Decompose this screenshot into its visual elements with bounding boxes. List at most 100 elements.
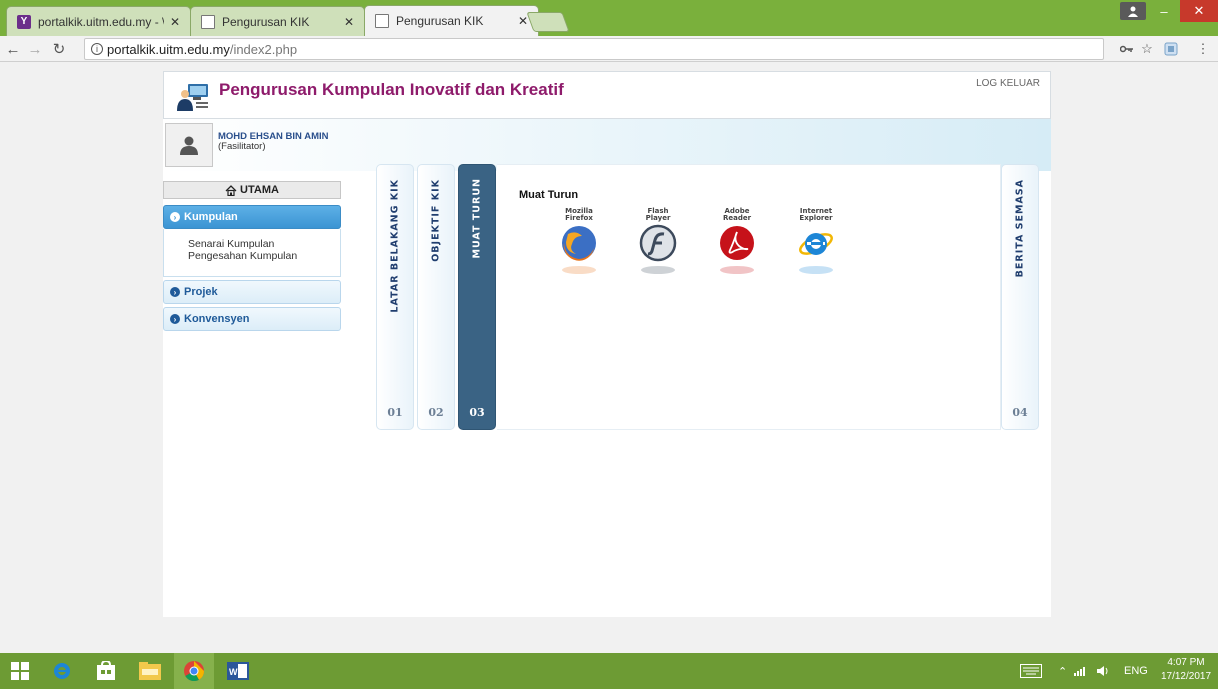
firefox-icon <box>562 226 596 261</box>
new-tab-button[interactable] <box>526 12 570 32</box>
menu-section-label: Konvensyen <box>184 313 250 325</box>
tab-objektif-kik[interactable]: OBJEKTIF KIK 02 <box>417 164 455 430</box>
file-explorer-taskbar-icon[interactable] <box>130 653 170 689</box>
home-label: UTAMA <box>240 184 279 196</box>
tab-label: LATAR BELAKANG KIK <box>389 179 401 313</box>
home-icon <box>225 184 237 196</box>
volume-icon[interactable] <box>1096 653 1110 689</box>
page-container: Pengurusan Kumpulan Inovatif dan Kreatif… <box>163 71 1051 617</box>
address-bar[interactable]: i portalkik.uitm.edu.my/index2.php <box>84 38 1104 60</box>
browser-tab-portalkik[interactable]: Y portalkik.uitm.edu.my - \ ✕ <box>6 6 191 36</box>
icon-reflection <box>799 266 833 274</box>
site-header: Pengurusan Kumpulan Inovatif dan Kreatif… <box>163 71 1051 119</box>
browser-toolbar: ← → ↻ i portalkik.uitm.edu.my/index2.php… <box>0 36 1218 62</box>
download-firefox[interactable]: Mozilla Firefox <box>554 208 604 274</box>
menu-section-kumpulan[interactable]: › Kumpulan <box>163 205 341 229</box>
back-icon[interactable]: ← <box>4 40 22 58</box>
url-path: /index2.php <box>229 41 298 57</box>
menu-section-label: Kumpulan <box>184 211 238 223</box>
yahoo-icon: Y <box>17 14 31 29</box>
download-label: Internet Explorer <box>799 207 833 222</box>
page-icon <box>201 14 215 29</box>
browser-tabstrip: Y portalkik.uitm.edu.my - \ ✕ Pengurusan… <box>0 0 1218 36</box>
info-icon[interactable]: i <box>91 43 103 55</box>
menu-section-kumpulan-items: Senarai Kumpulan Pengesahan Kumpulan <box>163 229 341 277</box>
menu-section-projek[interactable]: › Projek <box>163 280 341 304</box>
bookmark-star-icon[interactable]: ☆ <box>1138 40 1156 58</box>
side-menu: UTAMA › Kumpulan Senarai Kumpulan Penges… <box>163 181 341 331</box>
menu-link-pengesahan-kumpulan[interactable]: Pengesahan Kumpulan <box>188 250 340 262</box>
page-title: Pengurusan Kumpulan Inovatif dan Kreatif <box>219 80 564 99</box>
minimize-icon[interactable]: ‒ <box>1152 0 1176 22</box>
download-adobe-reader[interactable]: Adobe Reader <box>712 208 762 274</box>
extension-icon[interactable] <box>1162 40 1180 58</box>
forward-icon[interactable]: → <box>26 40 44 58</box>
download-label: Mozilla Firefox <box>565 207 593 222</box>
close-icon[interactable]: ✕ <box>170 15 180 29</box>
language-indicator[interactable]: ENG <box>1124 653 1148 689</box>
flash-icon <box>639 224 677 262</box>
clock-time: 4:07 PM <box>1167 657 1205 668</box>
keyboard-icon[interactable] <box>1020 653 1042 689</box>
tab-latar-belakang-kik[interactable]: LATAR BELAKANG KIK 01 <box>376 164 414 430</box>
tab-label: MUAT TURUN <box>471 178 483 259</box>
tab-muat-turun[interactable]: MUAT TURUN 03 <box>458 164 496 430</box>
tab-number: 02 <box>428 406 444 419</box>
logo-icon <box>177 84 208 111</box>
download-label: Adobe Reader <box>722 207 752 222</box>
close-icon[interactable]: ✕ <box>344 15 354 29</box>
menu-dots-icon[interactable]: ⋮ <box>1194 40 1212 58</box>
internet-explorer-taskbar-icon[interactable] <box>42 653 82 689</box>
tab-title: portalkik.uitm.edu.my - \ <box>38 14 164 29</box>
panel-title: Muat Turun <box>519 189 579 201</box>
windows-start-icon[interactable] <box>0 653 40 689</box>
profile-icon[interactable] <box>1120 2 1146 20</box>
chrome-taskbar-icon[interactable] <box>174 653 214 689</box>
word-taskbar-icon[interactable]: W <box>218 653 258 689</box>
tab-title: Pengurusan KIK <box>222 14 310 29</box>
adobe-reader-icon <box>720 226 754 260</box>
tab-number: 01 <box>387 406 403 419</box>
menu-link-senarai-kumpulan[interactable]: Senarai Kumpulan <box>188 238 340 250</box>
window-close-icon[interactable]: ✕ <box>1180 0 1218 22</box>
clock-date: 17/12/2017 <box>1160 671 1212 682</box>
page-viewport: Pengurusan Kumpulan Inovatif dan Kreatif… <box>0 63 1218 653</box>
store-taskbar-icon[interactable] <box>86 653 126 689</box>
icon-reflection <box>641 266 675 274</box>
tab-number: 03 <box>469 406 485 419</box>
browser-tab-pengurusan-1[interactable]: Pengurusan KIK ✕ <box>190 6 365 36</box>
menu-section-konvensyen[interactable]: › Konvensyen <box>163 307 341 331</box>
menu-section-label: Projek <box>184 286 218 298</box>
download-internet-explorer[interactable]: Internet Explorer <box>791 208 841 274</box>
url-host: portalkik.uitm.edu.my <box>107 41 230 57</box>
show-hidden-icons-icon[interactable]: ⌃ <box>1058 653 1067 689</box>
download-panel: Muat Turun MozillaFirefox FlashPlayer <box>497 164 1001 430</box>
browser-tab-pengurusan-2[interactable]: Pengurusan KIK ✕ <box>364 5 539 36</box>
icon-reflection <box>720 266 754 274</box>
tab-number: 04 <box>1012 406 1028 419</box>
logout-link[interactable]: LOG KELUAR <box>976 78 1040 89</box>
icon-reflection <box>562 266 596 274</box>
tab-berita-semasa[interactable]: BERITA SEMASA 04 <box>1001 164 1039 430</box>
home-menu-item[interactable]: UTAMA <box>163 181 341 199</box>
arrow-circle-icon: › <box>170 212 180 222</box>
download-label: Flash Player <box>645 207 671 222</box>
close-icon[interactable]: ✕ <box>518 14 528 28</box>
network-signal-icon[interactable] <box>1074 653 1088 689</box>
tab-label: BERITA SEMASA <box>1014 179 1026 278</box>
download-flash[interactable]: Flash Player <box>633 208 683 274</box>
tab-title: Pengurusan KIK <box>396 14 484 28</box>
tab-label: OBJEKTIF KIK <box>430 179 442 262</box>
key-icon[interactable] <box>1118 40 1136 58</box>
svg-text:W: W <box>229 667 238 677</box>
user-role: (Fasilitator) <box>218 141 266 152</box>
arrow-circle-icon: › <box>170 287 180 297</box>
user-avatar-icon <box>180 136 198 155</box>
clock[interactable]: 4:07 PM 17/12/2017 <box>1156 656 1216 684</box>
arrow-circle-icon: › <box>170 314 180 324</box>
ie-icon <box>799 233 833 255</box>
avatar <box>165 123 213 167</box>
page-icon <box>375 14 389 28</box>
reload-icon[interactable]: ↻ <box>50 40 68 58</box>
taskbar: W ⌃ ENG 4:07 PM 17/12/2017 <box>0 653 1218 689</box>
